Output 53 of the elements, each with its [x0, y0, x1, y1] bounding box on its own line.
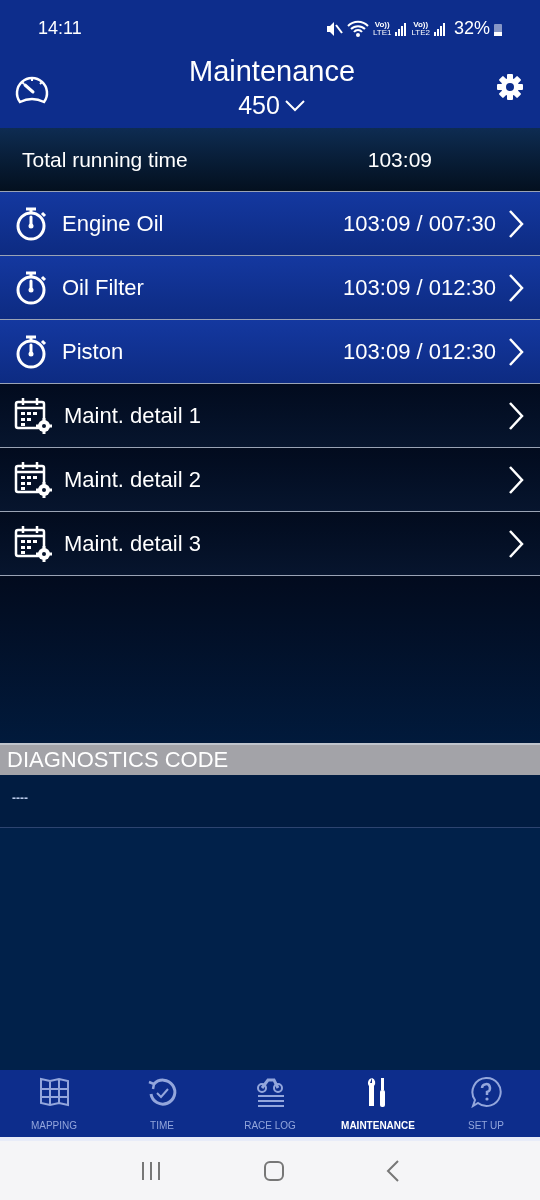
- chevron-right-icon: [508, 464, 524, 495]
- item-label: Engine Oil: [62, 210, 165, 238]
- chevron-right-icon: [508, 208, 524, 239]
- tab-item[interactable]: RACE LOG: [216, 1070, 324, 1137]
- calendar-gear-icon: [14, 523, 52, 564]
- clock-icon: [146, 1076, 178, 1108]
- network-label: LTE2: [411, 28, 430, 37]
- total-label: Total running time: [22, 146, 189, 173]
- settings-icon: [496, 72, 524, 101]
- section-header: DIAGNOSTICS CODE: [7, 749, 229, 771]
- total-value: 103:09: [367, 146, 432, 173]
- item-label: Oil Filter: [62, 274, 145, 302]
- item-label: Maint. detail 3: [64, 530, 202, 558]
- tab-item[interactable]: MAPPING: [0, 1070, 108, 1137]
- list-row[interactable]: Piston 103:09 / 012:30: [0, 320, 540, 384]
- calendar-gear-icon: [14, 395, 52, 436]
- battery-percent: 32%: [453, 17, 490, 40]
- list-row[interactable]: Maint. detail 3: [0, 512, 540, 576]
- chevron-down-icon: [283, 97, 306, 112]
- tab-item[interactable]: SET UP: [432, 1070, 540, 1137]
- item-value: 103:09 / 012:30: [343, 274, 496, 302]
- volte-label: Vo)): [374, 20, 390, 29]
- list-row[interactable]: Maint. detail 2: [0, 448, 540, 512]
- recent-apps-icon: [140, 1160, 163, 1181]
- chevron-right-icon: [508, 528, 524, 559]
- tab-item[interactable]: TIME: [108, 1070, 216, 1137]
- item-label: Maint. detail 1: [64, 402, 202, 430]
- battery-icon: [494, 21, 502, 36]
- chevron-right-icon: [508, 400, 524, 431]
- tab-item[interactable]: MAINTENANCE: [324, 1070, 432, 1137]
- diagnostics-code: ----: [12, 790, 28, 807]
- map-grid-icon: [38, 1076, 70, 1108]
- item-label: Maint. detail 2: [64, 466, 202, 494]
- network-label: LTE1: [372, 28, 392, 37]
- status-time: 14:11: [38, 17, 82, 40]
- volte-label: Vo)): [413, 20, 429, 29]
- list-row[interactable]: Engine Oil 103:09 / 007:30: [0, 192, 540, 256]
- item-value: 103:09 / 007:30: [343, 210, 496, 238]
- chevron-right-icon: [508, 272, 524, 303]
- home-icon: [263, 1159, 285, 1182]
- wifi-icon: [346, 19, 369, 38]
- list-row[interactable]: Oil Filter 103:09 / 012:30: [0, 256, 540, 320]
- help-icon: [470, 1076, 502, 1108]
- chevron-right-icon: [508, 336, 524, 367]
- calendar-gear-icon: [14, 459, 52, 500]
- signal-icon: [395, 21, 408, 36]
- list-row[interactable]: Maint. detail 1: [0, 384, 540, 448]
- signal-icon: [433, 21, 446, 36]
- model-dropdown[interactable]: 450: [238, 88, 306, 121]
- screen-title: Maintenance: [188, 53, 356, 89]
- item-value: 103:09 / 012:30: [343, 338, 496, 366]
- back-icon: [385, 1159, 400, 1182]
- item-label: Piston: [62, 338, 125, 366]
